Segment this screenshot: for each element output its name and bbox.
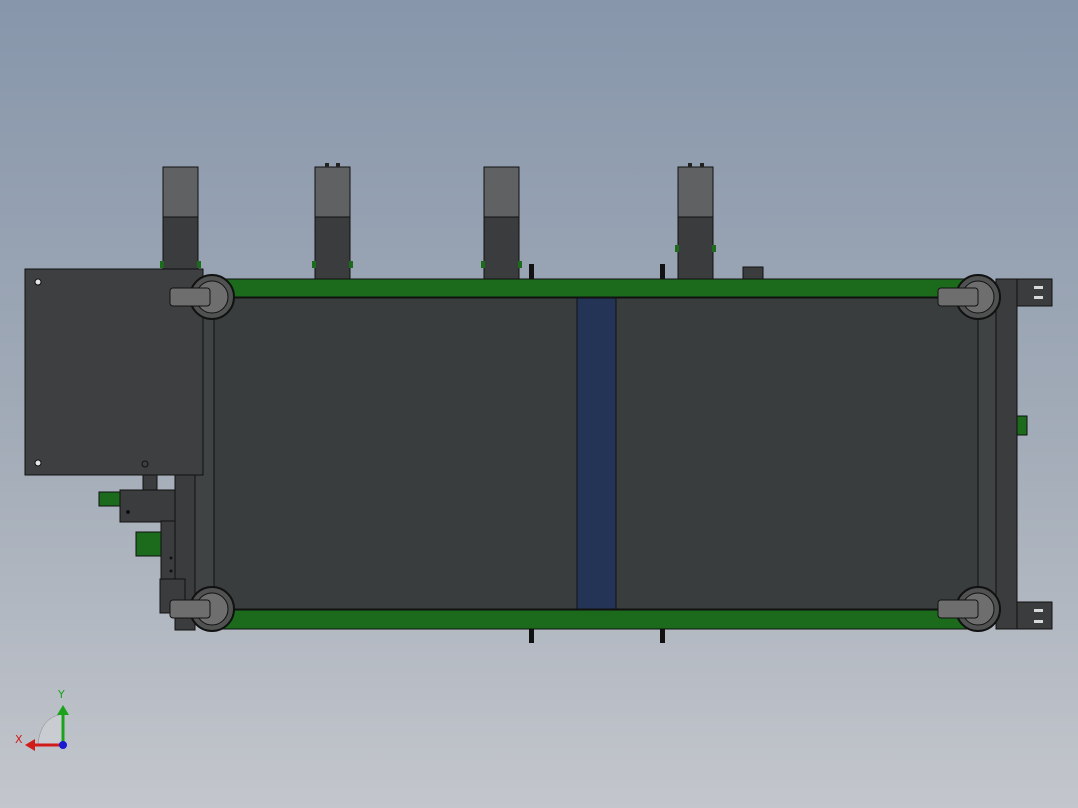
belt-panel-left bbox=[213, 297, 578, 610]
y-axis-label: Y bbox=[58, 688, 65, 701]
upright-post-group bbox=[160, 163, 716, 280]
upright-post bbox=[312, 163, 353, 280]
top-belt-rail bbox=[213, 278, 979, 298]
conveyor-assembly-drawing[interactable] bbox=[0, 0, 1078, 808]
x-axis-label: X bbox=[15, 733, 23, 746]
coordinate-triad bbox=[25, 705, 69, 751]
right-end-bracket bbox=[995, 278, 1053, 630]
upright-post bbox=[160, 166, 201, 280]
cad-viewport[interactable]: Y X bbox=[0, 0, 1078, 808]
rail-pin bbox=[529, 629, 534, 643]
belt-panel-right bbox=[615, 297, 979, 610]
bottom-belt-rail bbox=[213, 609, 979, 630]
upright-post bbox=[481, 166, 522, 280]
motor-cap bbox=[742, 266, 764, 280]
z-axis-dot bbox=[59, 741, 67, 749]
rail-pin bbox=[660, 264, 665, 279]
right-side-rail bbox=[977, 296, 997, 611]
center-divider bbox=[576, 297, 617, 610]
upright-post bbox=[675, 163, 716, 280]
rail-pin bbox=[660, 629, 665, 643]
triad-plane bbox=[37, 713, 63, 746]
rail-pin bbox=[529, 264, 534, 279]
